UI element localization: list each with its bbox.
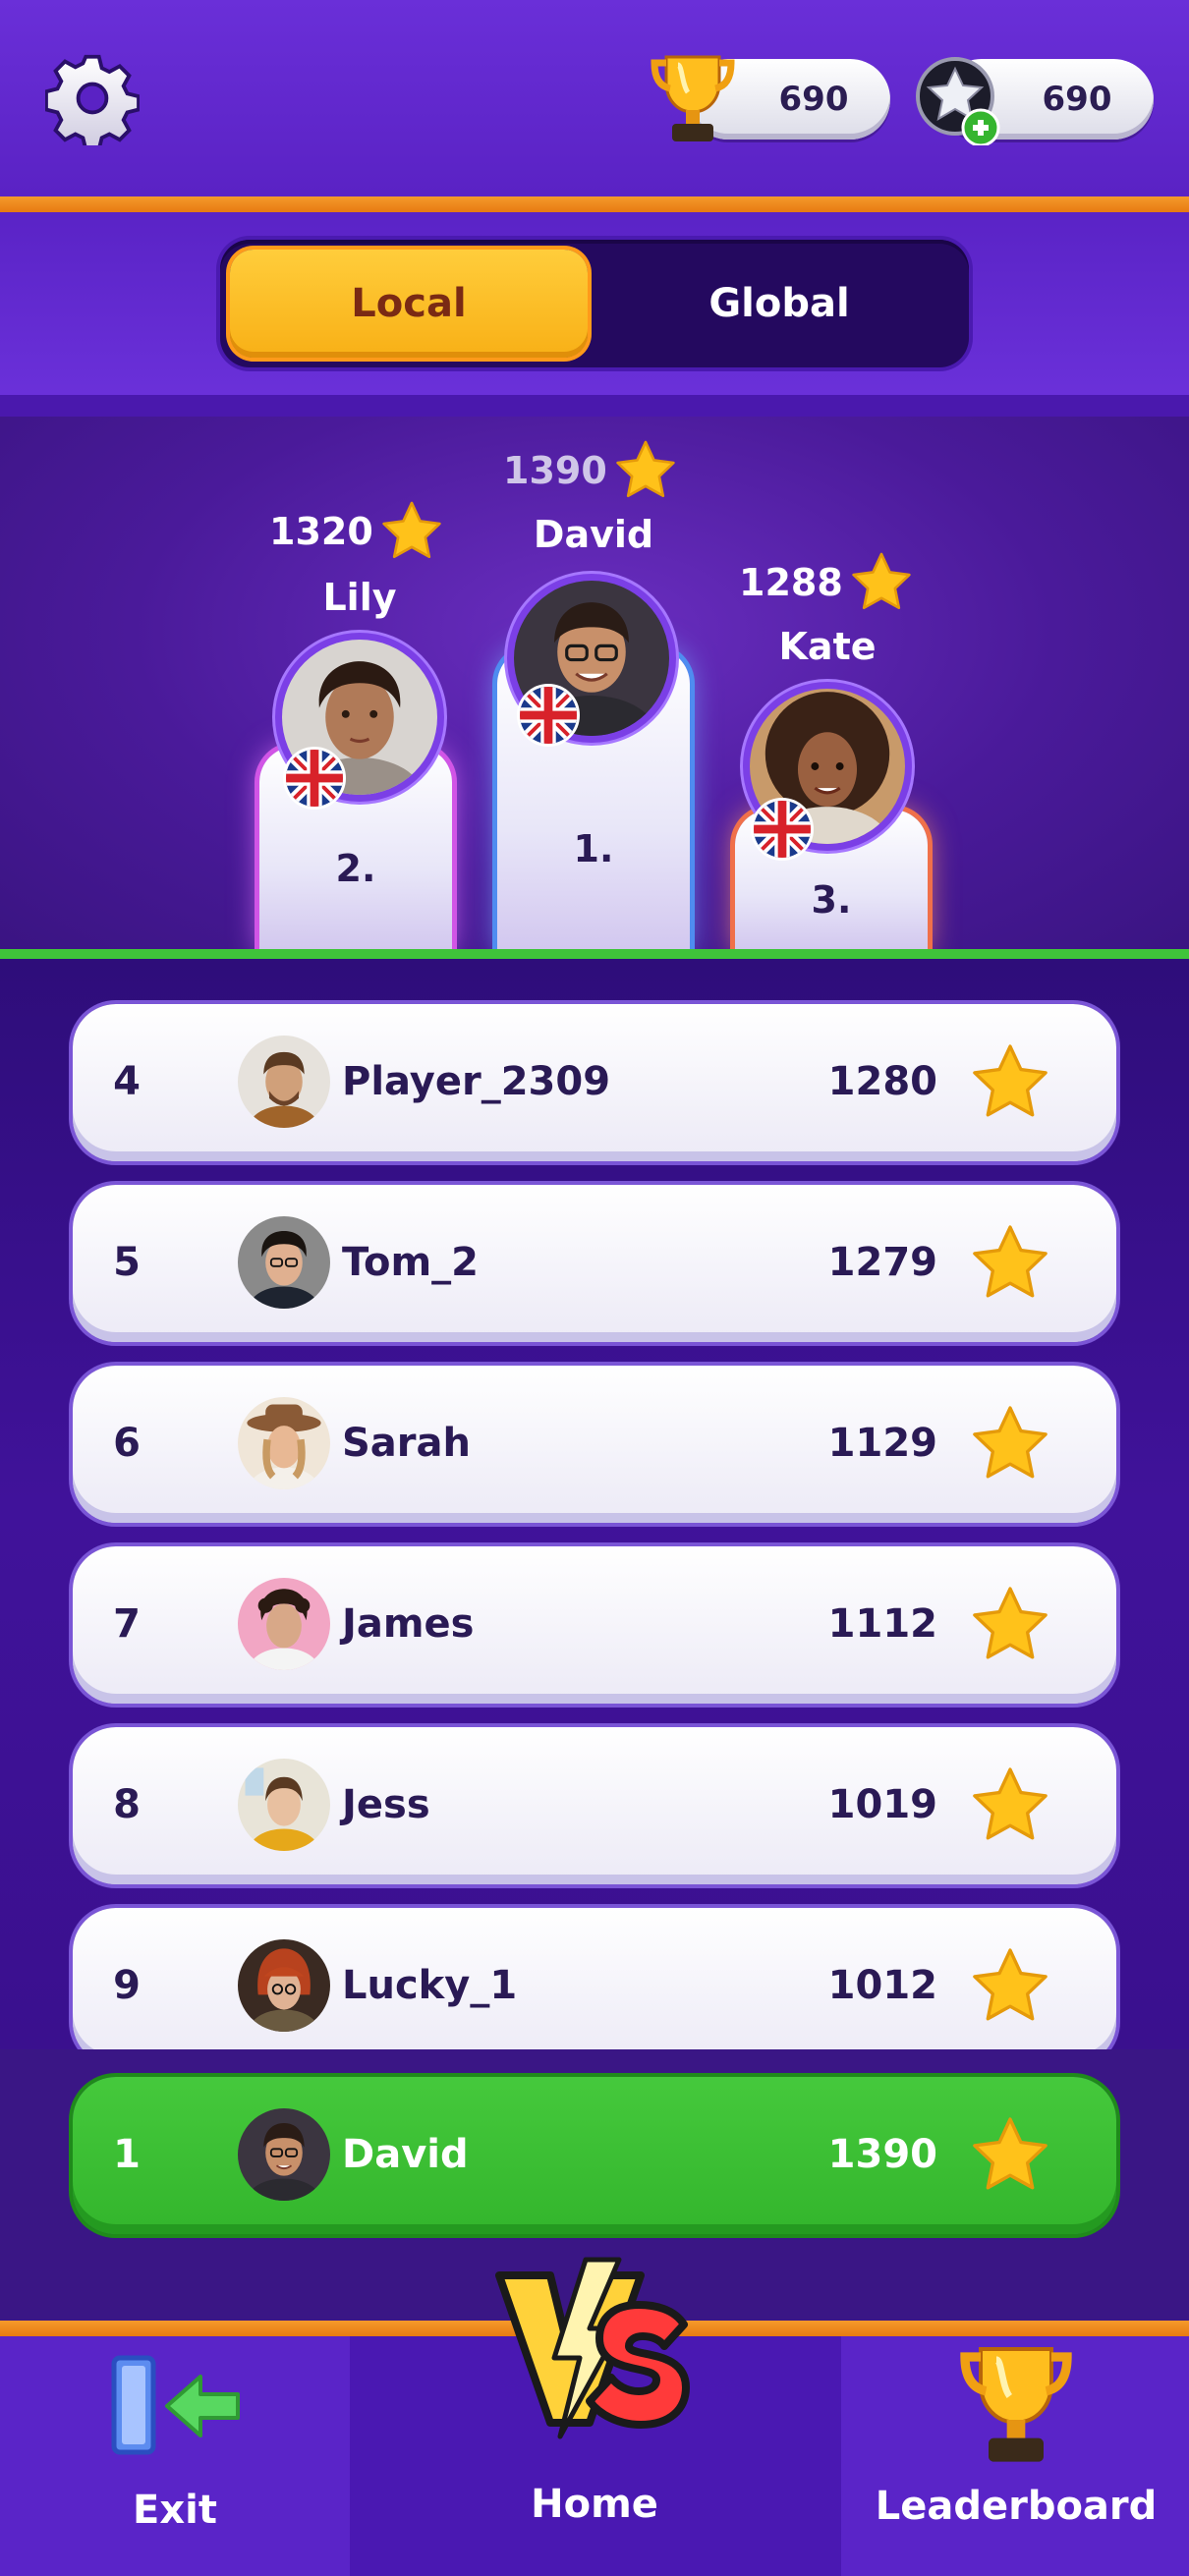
list-item[interactable]: 9 Lucky_1 1012 (73, 1908, 1116, 2065)
podium-score-third: 1288 (739, 550, 914, 615)
avatar (238, 2108, 330, 2201)
podium-score-value: 1320 (269, 510, 373, 553)
avatar (238, 1397, 330, 1489)
list-item[interactable]: 7 James 1112 (73, 1546, 1116, 1704)
row-rank: 5 (113, 1240, 141, 1285)
star-icon (973, 1044, 1047, 1117)
star-icon (382, 501, 441, 559)
row-rank: 9 (113, 1963, 141, 2008)
nav-leaderboard-label: Leaderboard (875, 2484, 1158, 2529)
avatar (238, 1036, 330, 1128)
podium-rank-third: 3. (811, 878, 852, 922)
podium-name-third: Kate (778, 625, 877, 668)
row-name: Tom_2 (342, 1240, 479, 1285)
nav-home-button[interactable]: Home (413, 2246, 776, 2560)
current-user-row[interactable]: 1 David 1390 (73, 2077, 1116, 2234)
row-score: 1279 (827, 1240, 937, 1285)
star-icon (616, 440, 675, 498)
star-icon (973, 1948, 1047, 2021)
avatar (238, 1216, 330, 1309)
vs-icon (495, 2257, 690, 2439)
star-icon (973, 1767, 1047, 1840)
star-icon (973, 1406, 1047, 1479)
row-rank: 8 (113, 1782, 141, 1827)
list-item[interactable]: 4 Player_2309 1280 (73, 1004, 1116, 1161)
uk-flag-icon (283, 747, 346, 810)
tab-section-divider (0, 395, 1189, 417)
trophy-count: 690 (778, 80, 849, 119)
row-name: David (342, 2132, 469, 2177)
uk-flag-icon (517, 684, 580, 747)
star-icon (973, 1587, 1047, 1659)
avatar (238, 1578, 330, 1670)
podium-score-value: 1390 (503, 449, 607, 492)
podium-name-second: Lily (322, 576, 397, 619)
exit-icon (111, 2355, 240, 2455)
star-icon (852, 552, 911, 610)
podium-score-value: 1288 (739, 561, 843, 604)
avatar (238, 1939, 330, 2032)
row-rank: 7 (113, 1601, 141, 1647)
podium-rank-second: 2. (335, 847, 376, 890)
avatar (238, 1759, 330, 1851)
row-name: Lucky_1 (342, 1963, 518, 2008)
row-score: 1129 (827, 1421, 937, 1466)
trophy-icon (960, 2347, 1072, 2462)
row-rank: 6 (113, 1421, 141, 1466)
star-plus-icon[interactable] (912, 55, 1002, 147)
row-score: 1012 (827, 1963, 937, 2008)
trophy-icon (649, 49, 737, 147)
podium-name-first: David (533, 513, 654, 556)
row-name: Sarah (342, 1421, 471, 1466)
row-rank: 1 (113, 2132, 141, 2177)
nav-exit-label: Exit (133, 2488, 217, 2533)
nav-leaderboard-button[interactable]: Leaderboard (855, 2338, 1177, 2564)
row-score: 1019 (827, 1782, 937, 1827)
star-count: 690 (1042, 80, 1112, 119)
list-item[interactable]: 6 Sarah 1129 (73, 1366, 1116, 1523)
tab-global[interactable]: Global (599, 250, 959, 358)
row-name: Player_2309 (342, 1059, 611, 1104)
podium-score-first: 1390 (503, 438, 678, 503)
gear-icon (45, 54, 140, 145)
podium-score-second: 1320 (269, 499, 444, 564)
list-item[interactable]: 5 Tom_2 1279 (73, 1185, 1116, 1342)
tab-local[interactable]: Local (230, 250, 588, 358)
nav-home-label: Home (531, 2482, 658, 2527)
row-score: 1112 (827, 1601, 937, 1647)
podium-divider (0, 949, 1189, 959)
row-name: James (342, 1601, 475, 1647)
star-icon (973, 2117, 1047, 2190)
row-name: Jess (342, 1782, 430, 1827)
star-icon (973, 1225, 1047, 1298)
uk-flag-icon (751, 798, 814, 861)
settings-button[interactable] (43, 49, 142, 147)
top-bar-stripe (0, 196, 1189, 212)
row-score: 1280 (827, 1059, 937, 1104)
row-score: 1390 (827, 2132, 937, 2177)
nav-exit-button[interactable]: Exit (39, 2352, 311, 2568)
podium-rank-first: 1. (573, 827, 614, 870)
row-rank: 4 (113, 1059, 141, 1104)
list-item[interactable]: 8 Jess 1019 (73, 1727, 1116, 1884)
